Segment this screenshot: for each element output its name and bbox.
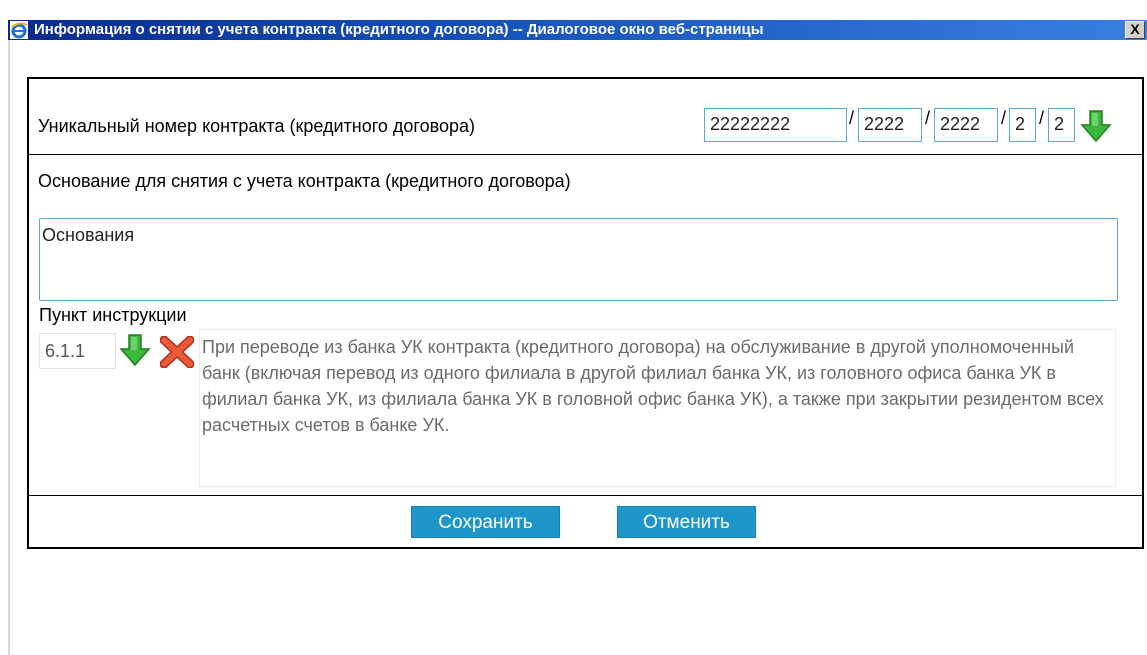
basis-textarea[interactable]: Основания — [39, 218, 1118, 301]
section-divider — [29, 154, 1142, 155]
window-titlebar: Информация о снятии с учета контракта (к… — [0, 0, 1147, 40]
contract-number-label: Уникальный номер контракта (кредитного д… — [38, 116, 476, 136]
contract-number-part-1[interactable]: 22222222 — [704, 108, 847, 142]
instruction-description: При переводе из банка УК контракта (кред… — [199, 329, 1116, 487]
contract-number-part-4[interactable]: 2 — [1009, 108, 1036, 142]
instruction-label: Пункт инструкции — [39, 305, 187, 325]
save-button[interactable]: Сохранить — [411, 506, 560, 538]
contract-number-part-2[interactable]: 2222 — [858, 108, 922, 142]
basis-label: Основание для снятия с учета контракта (… — [38, 171, 571, 191]
contract-number-part-5[interactable]: 2 — [1048, 108, 1075, 142]
separator: / — [1001, 108, 1007, 128]
window-title: Информация о снятии с учета контракта (к… — [34, 21, 764, 38]
footer-divider — [29, 495, 1142, 496]
separator: / — [849, 108, 855, 128]
close-button[interactable]: X — [1125, 21, 1145, 39]
cancel-button[interactable]: Отменить — [617, 506, 756, 538]
separator: / — [925, 108, 931, 128]
contract-number-part-3[interactable]: 2222 — [934, 108, 998, 142]
window-left-edge — [8, 40, 10, 655]
green-down-arrow-icon[interactable] — [1080, 109, 1112, 143]
green-down-arrow-icon[interactable] — [119, 333, 151, 367]
instruction-code-input[interactable]: 6.1.1 — [39, 333, 116, 369]
ie-icon — [10, 21, 28, 39]
separator: / — [1039, 108, 1045, 128]
dialog-form: Уникальный номер контракта (кредитного д… — [27, 77, 1144, 549]
red-x-icon[interactable] — [160, 336, 194, 368]
